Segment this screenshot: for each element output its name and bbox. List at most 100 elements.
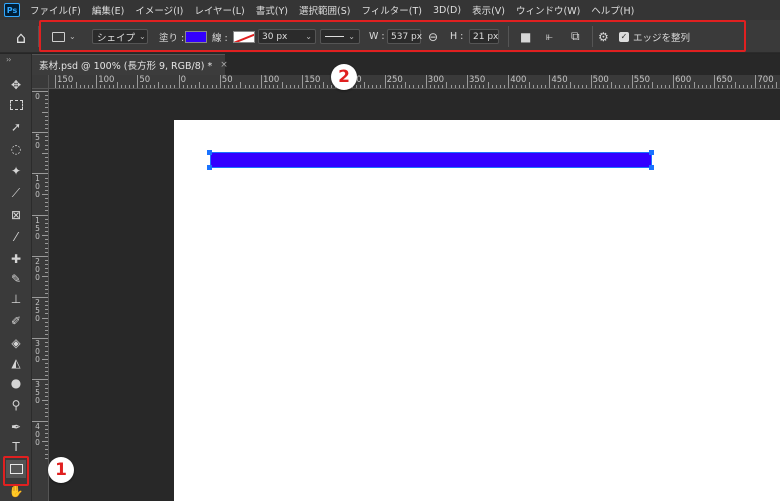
transform-handle-top-right[interactable] [649, 150, 654, 155]
magic-wand-tool-icon[interactable]: ✦ [6, 162, 26, 180]
ruler-tick [45, 288, 48, 290]
ruler-tick [454, 85, 456, 88]
ruler-tick [45, 115, 48, 117]
blur-tool-icon[interactable]: ● [6, 374, 26, 392]
ruler-tick [627, 85, 629, 88]
ruler-tick [590, 75, 592, 88]
lasso-tool-icon[interactable]: ◌ [6, 140, 26, 158]
healing-brush-tool-icon[interactable]: ✚ [6, 250, 26, 268]
ruler-tick [45, 222, 48, 224]
menu-image[interactable]: イメージ(I) [135, 3, 183, 17]
move-tool-icon[interactable]: ✥ [6, 76, 26, 94]
ruler-tick [45, 346, 48, 348]
transform-handle-bottom-left[interactable] [207, 165, 212, 170]
eraser-tool-icon[interactable]: ◈ [6, 334, 26, 352]
ruler-tick [42, 276, 48, 278]
transform-handle-top-left[interactable] [207, 150, 212, 155]
menu-view[interactable]: 表示(V) [472, 3, 505, 17]
transform-handle-bottom-right[interactable] [649, 165, 654, 170]
menu-help[interactable]: ヘルプ(H) [591, 3, 634, 17]
ruler-tick [45, 156, 48, 158]
ruler-tick [79, 85, 81, 88]
direct-selection-tool-icon[interactable]: ➚ [6, 118, 26, 136]
ruler-tick [145, 85, 147, 88]
ruler-tick [45, 280, 48, 282]
ruler-tick [388, 85, 390, 88]
ruler-tick [45, 284, 48, 286]
menu-window[interactable]: ウィンドウ(W) [516, 3, 580, 17]
ruler-tick [45, 198, 48, 200]
horizontal-ruler[interactable]: 1501005005010015020025030035040045050055… [49, 75, 780, 89]
pen-tool-icon[interactable]: ✒ [6, 418, 26, 436]
ruler-tick [100, 85, 102, 88]
ruler-tick [45, 206, 48, 208]
menu-filter[interactable]: フィルター(T) [361, 3, 422, 17]
options-bar: ⌂ ⌄ シェイプ ⌄ 塗り : 線 : 30 px ⌄ ⌄ W : 537 px… [0, 20, 780, 53]
ruler-tick [429, 85, 431, 88]
ruler-tick [475, 85, 477, 88]
ruler-tick [450, 85, 452, 88]
dashed-rectangle-icon [9, 100, 23, 110]
ruler-tick [355, 85, 357, 88]
ruler-tick [211, 85, 213, 88]
ruler-tick [92, 85, 94, 88]
ruler-tick [45, 177, 48, 179]
ruler-tick [45, 321, 48, 323]
paint-bucket-tool-icon[interactable]: ◭ [6, 354, 26, 372]
ruler-tick [96, 75, 98, 88]
marquee-tool-icon[interactable] [6, 96, 26, 114]
ruler-label: 600 [675, 75, 692, 85]
ruler-tick [277, 85, 279, 88]
ruler-tick [541, 85, 543, 88]
home-icon[interactable]: ⌂ [11, 27, 31, 47]
ruler-tick [598, 85, 600, 88]
dodge-tool-icon[interactable]: ⚲ [6, 396, 26, 414]
menu-type[interactable]: 書式(Y) [256, 3, 288, 17]
ruler-label: 300 [427, 75, 445, 85]
ruler-label: 3 5 0 [35, 380, 40, 406]
ruler-tick [45, 136, 48, 138]
ruler-tick [112, 85, 114, 88]
ruler-tick [471, 85, 473, 88]
ruler-corner[interactable] [32, 75, 49, 89]
ruler-label: 650 [716, 75, 733, 85]
ruler-tick [578, 85, 580, 88]
brush-tool-icon[interactable]: ✎ [6, 270, 26, 288]
vertical-ruler[interactable]: 0 5 0 1 0 0 1 5 0 2 0 0 2 5 0 3 0 0 3 5 0 4 0 0 [32, 89, 49, 501]
menu-edit[interactable]: 編集(E) [92, 3, 124, 17]
menu-layer[interactable]: レイヤー(L) [194, 3, 244, 17]
ruler-tick [364, 82, 365, 88]
ruler-tick [495, 85, 497, 88]
type-tool-icon[interactable]: T [6, 438, 26, 456]
clone-stamp-tool-icon[interactable]: ⊥ [6, 290, 26, 308]
ruler-tick [158, 82, 159, 88]
ruler-tick [32, 297, 48, 298]
close-icon[interactable]: × [220, 60, 228, 70]
ruler-tick [252, 85, 254, 88]
menu-file[interactable]: ファイル(F) [30, 3, 81, 17]
history-brush-tool-icon[interactable]: ✐ [6, 312, 26, 330]
ruler-tick [512, 85, 514, 88]
menu-select[interactable]: 選択範囲(S) [299, 3, 350, 17]
ruler-tick [446, 82, 448, 88]
ruler-tick [45, 231, 48, 233]
ruler-tick [153, 85, 155, 88]
ruler-label: 350 [469, 75, 486, 85]
ruler-tick [45, 354, 48, 356]
document-tab[interactable]: 素材.psd @ 100% (長方形 9, RGB/8) * × [32, 54, 228, 75]
ruler-tick [331, 85, 333, 88]
document-canvas[interactable] [174, 120, 780, 501]
ruler-tick [289, 85, 291, 88]
ruler-tick [508, 75, 510, 88]
eyedropper-tool-icon[interactable]: ⁄ [6, 228, 26, 246]
ruler-tick [302, 75, 304, 88]
ruler-tick [265, 85, 267, 88]
menu-3d[interactable]: 3D(D) [433, 5, 461, 16]
ruler-tick [401, 85, 403, 88]
ruler-label: 400 [510, 75, 527, 85]
quick-selection-tool-icon[interactable]: ⟋ [6, 184, 26, 202]
selected-rectangle-shape[interactable] [210, 152, 652, 168]
collapse-arrows-icon[interactable]: ›› [6, 55, 12, 64]
ruler-tick [743, 85, 745, 88]
frame-tool-icon[interactable]: ⊠ [6, 206, 26, 224]
